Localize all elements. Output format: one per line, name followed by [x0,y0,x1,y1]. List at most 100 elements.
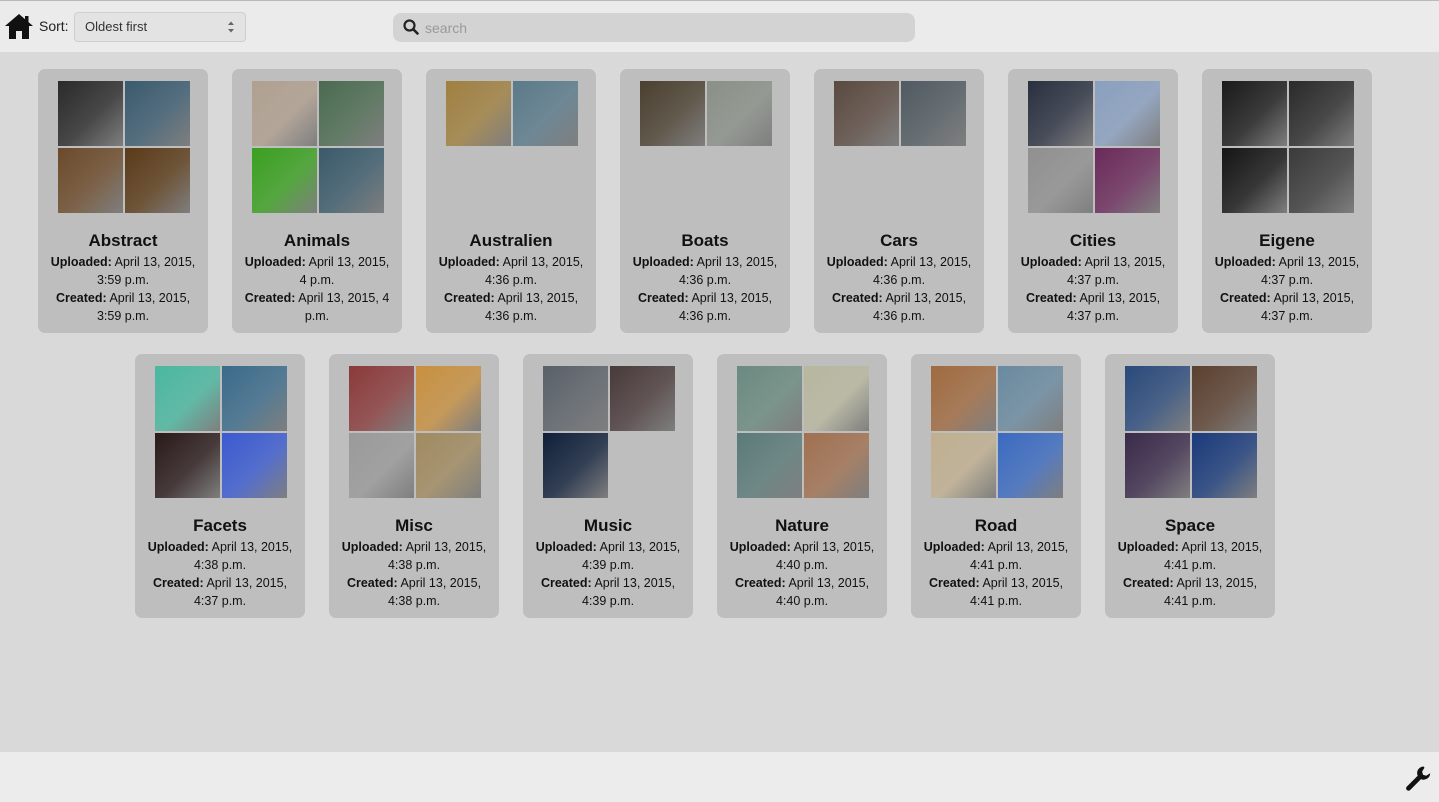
album-thumbnails[interactable] [737,366,869,498]
album-thumbnail[interactable] [1222,148,1287,213]
album-thumbnail[interactable] [737,366,802,431]
album-thumbnails[interactable] [640,81,772,213]
album-thumbnails[interactable] [1222,81,1354,213]
album-thumbnails[interactable] [834,81,966,213]
album-title[interactable]: Facets [135,516,305,536]
album-card-space[interactable]: Space Uploaded: April 13, 2015, 4:41 p.m.… [1105,354,1275,618]
album-thumbnail[interactable] [416,366,481,431]
album-thumbnail[interactable] [416,433,481,498]
album-thumbnail[interactable] [1289,148,1354,213]
home-icon[interactable] [4,12,34,40]
album-thumbnails[interactable] [1125,366,1257,498]
uploaded-date: April 13, 2015, 4:40 p.m. [775,540,875,572]
album-thumbnail[interactable] [1289,81,1354,146]
album-thumbnail[interactable] [931,366,996,431]
album-thumbnail[interactable] [1192,366,1257,431]
album-thumbnail[interactable] [543,433,608,498]
album-thumbnail[interactable] [707,81,772,146]
album-thumbnail[interactable] [58,148,123,213]
album-title[interactable]: Cities [1008,231,1178,251]
album-title[interactable]: Animals [232,231,402,251]
created-label: Created: [637,291,689,305]
album-thumbnail[interactable] [543,366,608,431]
album-title[interactable]: Road [911,516,1081,536]
album-thumbnail[interactable] [1028,148,1093,213]
album-card-cities[interactable]: Cities Uploaded: April 13, 2015, 4:37 p.m… [1008,69,1178,333]
uploaded-date: April 13, 2015, 4:38 p.m. [193,540,293,572]
album-title[interactable]: Misc [329,516,499,536]
album-thumbnails[interactable] [155,366,287,498]
album-thumbnail[interactable] [222,433,287,498]
album-thumbnail[interactable] [446,81,511,146]
album-thumbnail[interactable] [349,433,414,498]
album-card-misc[interactable]: Misc Uploaded: April 13, 2015, 4:38 p.m. C… [329,354,499,618]
album-thumbnail[interactable] [125,148,190,213]
album-thumbnail[interactable] [222,366,287,431]
album-thumbnail[interactable] [513,81,578,146]
album-thumbnail[interactable] [155,366,220,431]
album-thumbnail[interactable] [931,433,996,498]
album-thumbnail[interactable] [901,81,966,146]
album-thumbnail[interactable] [1222,81,1287,146]
search-input[interactable] [423,17,903,39]
album-card-music[interactable]: Music Uploaded: April 13, 2015, 4:39 p.m.… [523,354,693,618]
album-thumbnail[interactable] [349,366,414,431]
sort-select[interactable]: Oldest first [74,12,246,42]
album-thumbnail[interactable] [998,433,1063,498]
album-card-australien[interactable]: Australien Uploaded: April 13, 2015, 4:36… [426,69,596,333]
album-title[interactable]: Music [523,516,693,536]
album-thumbnails[interactable] [58,81,190,213]
album-thumbnails[interactable] [1028,81,1160,213]
album-card-facets[interactable]: Facets Uploaded: April 13, 2015, 4:38 p.m… [135,354,305,618]
album-card-animals[interactable]: Animals Uploaded: April 13, 2015, 4 p.m. C… [232,69,402,333]
album-title[interactable]: Eigene [1202,231,1372,251]
search-box[interactable] [393,13,915,42]
album-thumbnail[interactable] [610,366,675,431]
album-card-abstract[interactable]: Abstract Uploaded: April 13, 2015, 3:59 p… [38,69,208,333]
album-thumbnail[interactable] [319,81,384,146]
created-date: April 13, 2015, 4:39 p.m. [581,576,676,608]
album-thumbnail[interactable] [252,81,317,146]
album-thumbnail[interactable] [1095,148,1160,213]
album-card-boats[interactable]: Boats Uploaded: April 13, 2015, 4:36 p.m.… [620,69,790,333]
album-thumbnail[interactable] [58,81,123,146]
wrench-icon[interactable] [1405,765,1431,791]
album-meta: Uploaded: April 13, 2015, 4:36 p.m. Creat… [826,253,972,325]
album-thumbnails[interactable] [349,366,481,498]
created-label: Created: [1122,576,1174,590]
album-thumbnail[interactable] [737,433,802,498]
album-thumbnail[interactable] [1125,433,1190,498]
album-card-nature[interactable]: Nature Uploaded: April 13, 2015, 4:40 p.m… [717,354,887,618]
album-title[interactable]: Space [1105,516,1275,536]
album-card-cars[interactable]: Cars Uploaded: April 13, 2015, 4:36 p.m. C… [814,69,984,333]
album-thumbnail[interactable] [155,433,220,498]
album-thumbnail[interactable] [834,81,899,146]
album-thumbnail[interactable] [1028,81,1093,146]
album-thumbnail[interactable] [252,148,317,213]
album-title[interactable]: Boats [620,231,790,251]
album-thumbnail[interactable] [319,148,384,213]
album-thumbnails[interactable] [252,81,384,213]
album-thumbnail[interactable] [1125,366,1190,431]
album-card-road[interactable]: Road Uploaded: April 13, 2015, 4:41 p.m. C… [911,354,1081,618]
album-thumbnail[interactable] [125,81,190,146]
album-thumbnail[interactable] [640,81,705,146]
album-thumbnails[interactable] [446,81,578,213]
album-card-eigene[interactable]: Eigene Uploaded: April 13, 2015, 4:37 p.m… [1202,69,1372,333]
created-label: Created: [1025,291,1077,305]
album-thumbnail[interactable] [1192,433,1257,498]
album-thumbnails[interactable] [931,366,1063,498]
album-title[interactable]: Nature [717,516,887,536]
album-thumbnail[interactable] [1095,81,1160,146]
album-thumbnail[interactable] [998,366,1063,431]
search-icon [403,19,419,35]
album-meta: Uploaded: April 13, 2015, 4:38 p.m. Creat… [341,538,487,610]
uploaded-label: Uploaded: [535,540,597,554]
album-thumbnail[interactable] [804,366,869,431]
album-title[interactable]: Australien [426,231,596,251]
album-row: Facets Uploaded: April 13, 2015, 4:38 p.m… [135,354,1275,618]
album-thumbnails[interactable] [543,366,675,498]
album-title[interactable]: Abstract [38,231,208,251]
album-title[interactable]: Cars [814,231,984,251]
album-thumbnail[interactable] [804,433,869,498]
